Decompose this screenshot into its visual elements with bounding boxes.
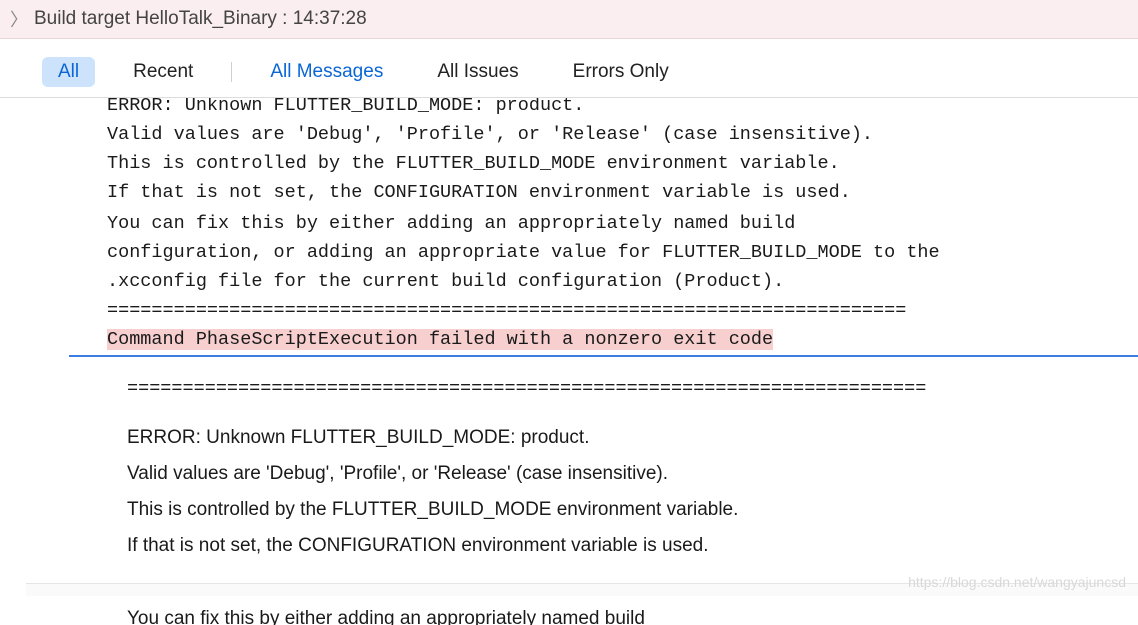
log-content: ERROR: Unknown FLUTTER_BUILD_MODE: produ… [26,90,1138,625]
error-highlight: Command PhaseScriptExecution failed with… [107,329,773,350]
log-line: If that is not set, the CONFIGURATION en… [27,177,1138,206]
log-line: configuration, or adding an appropriate … [27,237,1138,266]
detail-ruler: ========================================… [127,371,1138,406]
filter-recent[interactable]: Recent [117,57,209,87]
build-target-title: Build target HelloTalk_Binary : 14:37:28 [34,8,367,30]
build-header: 〉 Build target HelloTalk_Binary : 14:37:… [0,0,1138,39]
filter-errors-only[interactable]: Errors Only [557,57,685,87]
log-error-line: Command PhaseScriptExecution failed with… [27,324,1138,353]
detail-line: This is controlled by the FLUTTER_BUILD_… [127,492,1138,528]
watermark-text: https://blog.csdn.net/wangyajuncsd [908,574,1126,590]
log-ruler: ========================================… [27,295,1138,324]
detail-line: Valid values are 'Debug', 'Profile', or … [127,456,1138,492]
detail-line-clipped: You can fix this by either adding an app… [127,601,1138,625]
log-line: This is controlled by the FLUTTER_BUILD_… [27,148,1138,177]
spacer [0,39,1138,49]
detail-line: If that is not set, the CONFIGURATION en… [127,528,1138,564]
chevron-right-icon: 〉 [10,6,28,32]
detail-line: ERROR: Unknown FLUTTER_BUILD_MODE: produ… [127,420,1138,456]
filter-all-issues[interactable]: All Issues [421,57,534,87]
log-line-clipped: ERROR: Unknown FLUTTER_BUILD_MODE: produ… [27,90,1138,119]
toolbar-divider [231,62,232,82]
log-line: .xcconfig file for the current build con… [27,266,1138,295]
filter-all[interactable]: All [42,57,95,87]
filter-all-messages[interactable]: All Messages [254,57,399,87]
log-line: Valid values are 'Debug', 'Profile', or … [27,119,1138,148]
log-line: You can fix this by either adding an app… [27,208,1138,237]
